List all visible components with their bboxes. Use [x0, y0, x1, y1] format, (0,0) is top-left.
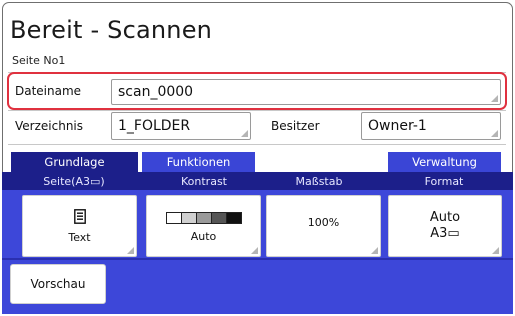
tab-grundlage[interactable]: Grundlage [11, 152, 138, 172]
contrast-button[interactable]: Auto [146, 195, 261, 257]
owner-value: Owner-1 [368, 118, 427, 134]
filename-label: Dateiname [15, 84, 82, 98]
format-button[interactable]: Auto A3▭ [388, 195, 502, 257]
divider [8, 144, 506, 145]
contrast-scale-icon [165, 209, 242, 228]
page-subtitle: Seite No1 [12, 54, 66, 67]
format-value: Auto [429, 210, 461, 225]
document-icon [73, 208, 86, 228]
panel-divider [2, 258, 513, 260]
preview-button[interactable]: Vorschau [10, 264, 106, 304]
column-header-scale: Maßstab [295, 175, 343, 188]
page-title: Bereit - Scannen [10, 16, 213, 44]
resize-corner-icon [492, 247, 499, 254]
resize-corner-icon [127, 247, 134, 254]
resize-corner-icon [491, 95, 498, 102]
filename-value: scan_0000 [118, 84, 194, 100]
owner-input[interactable]: Owner-1 [361, 112, 501, 140]
tab-verwaltung[interactable]: Verwaltung [388, 152, 501, 172]
owner-label: Besitzer [271, 119, 320, 133]
folder-input[interactable]: 1_FOLDER [111, 112, 251, 140]
folder-label: Verzeichnis [15, 119, 84, 133]
resize-corner-icon [491, 130, 498, 137]
divider [8, 110, 506, 111]
column-header-contrast: Kontrast [181, 175, 227, 188]
format-size: A3▭ [430, 226, 460, 241]
column-header-format: Format [424, 175, 464, 188]
resize-corner-icon [241, 130, 248, 137]
scale-value: 100% [307, 216, 340, 229]
page-type-value: Text [68, 230, 91, 244]
page-type-button[interactable]: Text [22, 195, 137, 257]
resize-corner-icon [251, 247, 258, 254]
folder-value: 1_FOLDER [118, 118, 191, 134]
tab-funktionen[interactable]: Funktionen [142, 152, 255, 172]
scale-button[interactable]: 100% [266, 195, 381, 257]
resize-corner-icon [371, 247, 378, 254]
filename-input[interactable]: scan_0000 [111, 79, 501, 105]
column-header-page: Seite(A3▭) [43, 175, 105, 188]
contrast-value: Auto [190, 230, 217, 243]
